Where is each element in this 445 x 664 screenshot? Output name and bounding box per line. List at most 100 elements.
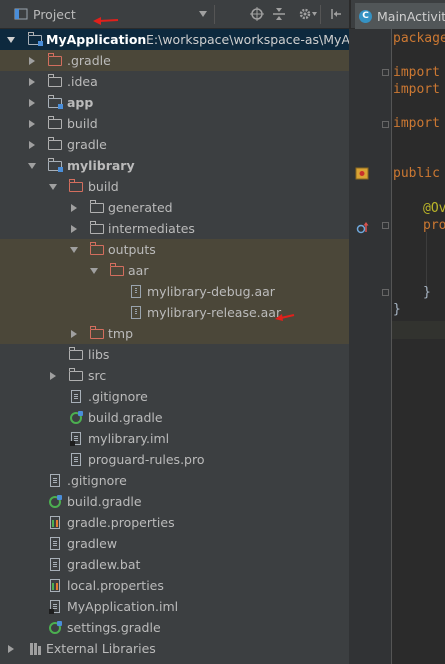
code-line[interactable]: import xyxy=(393,116,440,131)
excluded-folder-icon xyxy=(89,241,105,257)
tree-row[interactable]: libs xyxy=(0,344,349,365)
tree-item-label: libs xyxy=(88,347,110,362)
tree-item-label: src xyxy=(88,368,107,383)
tree-row[interactable]: tmp xyxy=(0,323,349,344)
tree-row[interactable]: .gradle xyxy=(0,50,349,71)
tree-row[interactable]: mylibrary-debug.aar xyxy=(0,281,349,302)
tree-row[interactable]: src xyxy=(0,365,349,386)
excluded-folder-icon xyxy=(68,178,84,194)
tree-row[interactable]: gradlew xyxy=(0,533,349,554)
tree-row[interactable]: gradle xyxy=(0,134,349,155)
expand-arrow-icon[interactable] xyxy=(27,50,37,71)
folder-icon xyxy=(47,115,63,131)
tree-row[interactable]: settings.gradle xyxy=(0,617,349,638)
tree-item-label: outputs xyxy=(108,242,156,257)
class-layout-icon[interactable] xyxy=(355,167,369,183)
expand-arrow-icon[interactable] xyxy=(27,134,37,155)
tree-row[interactable]: .idea xyxy=(0,71,349,92)
tree-item-label: .gradle xyxy=(67,53,111,68)
tree-row[interactable]: proguard-rules.pro xyxy=(0,449,349,470)
project-view-selector[interactable]: Project xyxy=(33,0,76,28)
tree-item-label: intermediates xyxy=(108,221,195,236)
tree-item-label: gradle.properties xyxy=(67,515,175,530)
current-line-highlight xyxy=(392,321,445,339)
tree-row[interactable]: gradle.properties xyxy=(0,512,349,533)
tree-item-label: proguard-rules.pro xyxy=(88,452,205,467)
expand-arrow-icon[interactable] xyxy=(89,260,99,281)
tree-row[interactable]: mylibrary-release.aar xyxy=(0,302,349,323)
folder-icon xyxy=(68,367,84,383)
root-project-path: E:\workspace\workspace-as\MyAp xyxy=(146,32,358,47)
hide-panel-icon[interactable] xyxy=(330,0,342,28)
tab-label: MainActivity xyxy=(377,8,445,24)
code-line[interactable]: @Ov xyxy=(423,201,445,216)
code-line[interactable]: pro xyxy=(423,218,445,233)
collapse-all-icon[interactable] xyxy=(272,0,286,28)
tree-row[interactable]: aar xyxy=(0,260,349,281)
tree-row[interactable]: intermediates xyxy=(0,218,349,239)
override-method-icon[interactable] xyxy=(356,221,370,238)
code-line[interactable]: import xyxy=(393,65,440,80)
tab-mainactivity[interactable]: C MainActivity xyxy=(355,3,445,29)
folder-icon xyxy=(89,199,105,215)
tree-row[interactable]: External Libraries xyxy=(0,638,349,659)
tree-row[interactable]: MyApplication.iml xyxy=(0,596,349,617)
gear-icon[interactable] xyxy=(298,0,318,28)
expand-arrow-icon[interactable] xyxy=(69,197,79,218)
fold-marker-icon[interactable] xyxy=(382,121,389,128)
properties-file-icon xyxy=(47,515,63,530)
tree-row[interactable]: outputs xyxy=(0,239,349,260)
expand-arrow-icon[interactable] xyxy=(69,218,79,239)
fold-marker-icon[interactable] xyxy=(382,69,389,76)
tree-item-label: local.properties xyxy=(67,578,164,593)
tree-row[interactable]: mylibrary xyxy=(0,155,349,176)
header-divider xyxy=(320,5,321,24)
code-line[interactable]: } xyxy=(393,302,401,317)
tree-row[interactable]: .gitignore xyxy=(0,386,349,407)
gradle-file-icon xyxy=(68,410,84,425)
scroll-from-source-icon[interactable] xyxy=(250,0,264,28)
tree-row[interactable]: build.gradle xyxy=(0,491,349,512)
expand-arrow-icon[interactable] xyxy=(48,365,58,386)
expand-arrow-icon[interactable] xyxy=(69,323,79,344)
tree-item-label: External Libraries xyxy=(46,641,156,656)
project-panel-header: Project xyxy=(0,0,349,29)
code-line[interactable]: public xyxy=(393,166,440,181)
tree-item-label: app xyxy=(67,95,94,110)
code-line[interactable]: } xyxy=(423,285,431,300)
expand-arrow-icon[interactable] xyxy=(48,176,58,197)
tree-row-root[interactable]: MyApplication E:\workspace\workspace-as\… xyxy=(0,29,358,50)
tree-item-label: .idea xyxy=(67,74,98,89)
tree-row[interactable]: app xyxy=(0,92,349,113)
folder-icon xyxy=(47,136,63,152)
expand-arrow-icon[interactable] xyxy=(27,71,37,92)
tree-row[interactable]: build xyxy=(0,113,349,134)
expand-arrow-icon[interactable] xyxy=(27,113,37,134)
expand-arrow-icon[interactable] xyxy=(6,638,16,659)
code-line[interactable]: package xyxy=(393,31,445,46)
tree-row[interactable]: local.properties xyxy=(0,575,349,596)
tree-row[interactable]: .gitignore xyxy=(0,470,349,491)
fold-marker-icon[interactable] xyxy=(382,222,389,229)
tree-row[interactable]: generated xyxy=(0,197,349,218)
archive-file-icon xyxy=(128,305,144,320)
tree-row[interactable]: gradlew.bat xyxy=(0,554,349,575)
text-file-icon xyxy=(68,389,84,404)
expand-arrow-icon[interactable] xyxy=(69,239,79,260)
fold-marker-icon[interactable] xyxy=(382,289,389,296)
code-line[interactable]: import xyxy=(393,82,440,97)
tree-row[interactable]: build xyxy=(0,176,349,197)
tree-item-label: gradle xyxy=(67,137,107,152)
gradle-file-icon xyxy=(47,620,63,635)
iml-file-icon xyxy=(68,431,84,446)
tree-row[interactable]: build.gradle xyxy=(0,407,349,428)
tree-item-label: build xyxy=(88,179,119,194)
chevron-down-icon[interactable] xyxy=(198,0,208,28)
tree-row[interactable]: mylibrary.iml xyxy=(0,428,349,449)
text-file-icon xyxy=(47,536,63,551)
expand-arrow-icon[interactable] xyxy=(27,155,37,176)
iml-file-icon xyxy=(47,599,63,614)
tree-item-label: MyApplication.iml xyxy=(67,599,179,614)
expand-arrow-icon[interactable] xyxy=(6,29,16,50)
expand-arrow-icon[interactable] xyxy=(27,92,37,113)
